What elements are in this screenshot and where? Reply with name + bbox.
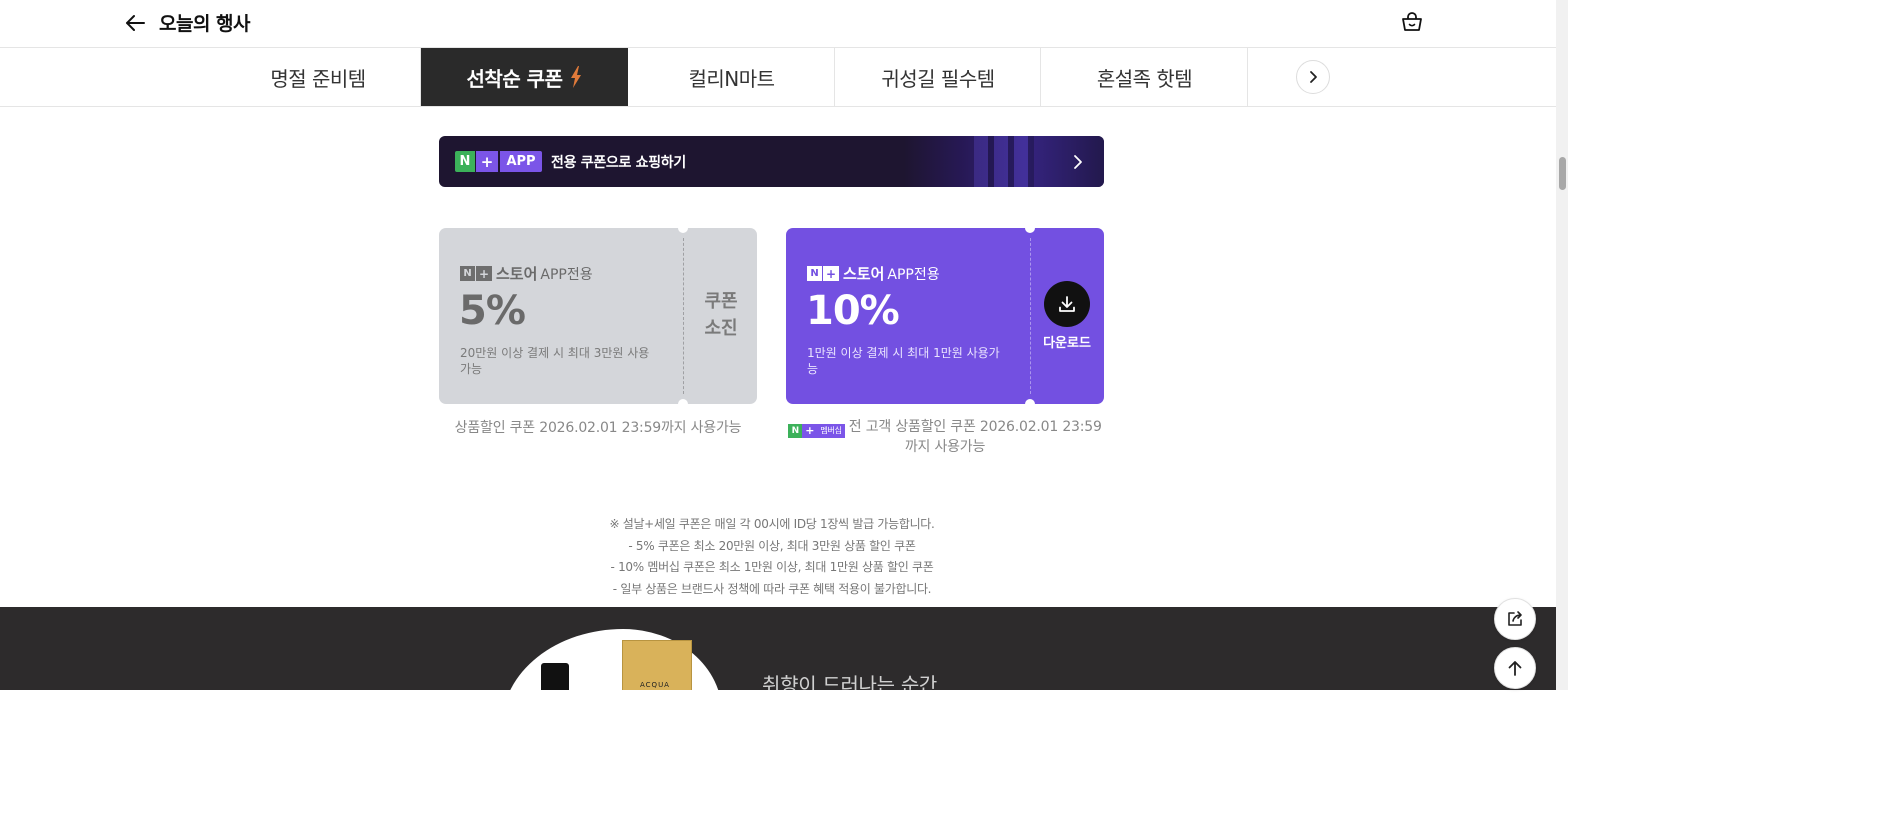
coupon-notch <box>1025 399 1035 404</box>
scrollbar-thumb[interactable] <box>1559 157 1566 190</box>
coupon-10-percent[interactable]: N + 스토어 APP전용 10% 1만원 이상 결제 시 최대 1만원 사용가… <box>786 228 1104 404</box>
share-icon <box>1508 611 1522 626</box>
scroll-to-top-button[interactable] <box>1494 647 1536 689</box>
plus-mini-badge: + <box>476 266 492 281</box>
coupon-condition: 20만원 이상 결제 시 최대 3만원 사용가능 <box>460 346 650 376</box>
coupon-notch <box>678 228 688 233</box>
download-button[interactable] <box>1044 281 1090 327</box>
coupon-notch <box>1025 228 1035 233</box>
coupon-percent: 5% <box>459 288 526 334</box>
arrow-left-icon <box>126 15 145 31</box>
coupon-store-label: N + 스토어 APP전용 <box>807 263 940 284</box>
coupon-notch <box>678 399 688 404</box>
notice-line: - 10% 멤버십 쿠폰은 최소 1만원 이상, 최대 1만원 상품 할인 쿠폰 <box>610 560 934 574</box>
page-scrollbar[interactable] <box>1556 0 1568 690</box>
shopping-basket-icon <box>1402 12 1422 31</box>
cart-button[interactable] <box>1397 7 1427 37</box>
coupon-percent: 10% <box>806 288 900 334</box>
coupon-divider <box>683 238 684 394</box>
tab-solo-holiday-hot[interactable]: 혼설족 핫템 <box>1041 48 1248 106</box>
sold-out-line1: 쿠폰 <box>704 291 738 312</box>
tab-kurly-n-mart[interactable]: 컬리N마트 <box>628 48 835 106</box>
coupon-condition: 1만원 이상 결제 시 최대 1만원 사용가능 <box>807 346 1000 376</box>
tab-first-come-coupon[interactable]: 선착순 쿠폰 <box>421 48 628 106</box>
coupon-sold-out: 쿠폰 소진 <box>693 288 749 342</box>
download-icon <box>1059 296 1075 312</box>
tab-label: 컬리N마트 <box>688 66 775 91</box>
coupon-note: N + 멤버십 전 고객 상품할인 쿠폰 2026.02.01 23:59까지 사용가… <box>786 418 1104 456</box>
naver-badge: N <box>455 151 475 172</box>
lightning-icon <box>570 66 582 88</box>
chevron-right-icon <box>1070 152 1086 172</box>
tab-label: 혼설족 핫템 <box>1096 66 1193 91</box>
notice-line: ※ 설날+세일 쿠폰은 매일 각 00시에 ID당 1장씩 발급 가능합니다. <box>609 517 935 531</box>
coupon-5-percent: N + 스토어 APP전용 5% 20만원 이상 결제 시 최대 3만원 사용가… <box>439 228 757 404</box>
tab-label: 명절 준비템 <box>270 66 366 91</box>
promo-section: ACQUA 취향이 드러나는 순간 <box>0 607 1556 690</box>
notice-line: - 일부 상품은 브랜드사 정책에 따라 쿠폰 혜택 적용이 불가합니다. <box>612 581 932 596</box>
page-title: 오늘의 행사 <box>159 13 251 35</box>
naver-mini-badge: N <box>788 424 803 438</box>
coupon-store: 스토어 <box>496 265 538 283</box>
plus-mini-badge: + <box>802 424 818 438</box>
coupon-note: 상품할인 쿠폰 2026.02.01 23:59까지 사용가능 <box>454 420 742 436</box>
coupon-app-only: APP전용 <box>887 266 940 283</box>
promo-heading: 취향이 드러나는 순간 <box>762 673 938 690</box>
coupon-store-label: N + 스토어 APP전용 <box>460 263 593 284</box>
tab-homecoming-essentials[interactable]: 귀성길 필수템 <box>835 48 1041 106</box>
download-label[interactable]: 다운로드 <box>1030 332 1104 351</box>
share-button[interactable] <box>1494 598 1536 640</box>
naver-mini-badge: N <box>460 266 475 281</box>
tab-label: 귀성길 필수템 <box>881 66 995 91</box>
plus-badge: + <box>476 151 498 172</box>
arrow-up-icon <box>1508 661 1522 676</box>
coupon-app-only: APP전용 <box>540 266 593 283</box>
promo-bag-label: ACQUA <box>640 681 670 689</box>
coupon-note-text: 전 고객 상품할인 쿠폰 2026.02.01 23:59까지 사용가능 <box>848 419 1102 455</box>
membership-badge: N + 멤버십 <box>788 424 845 438</box>
tabs-next-button[interactable] <box>1296 60 1330 94</box>
category-tabs: 명절 준비템 선착순 쿠폰 컬리N마트 귀성길 필수템 혼설족 핫템 <box>0 48 1556 107</box>
naver-mini-badge: N <box>807 266 822 281</box>
coupon-notice: ※ 설날+세일 쿠폰은 매일 각 00시에 ID당 1장씩 발급 가능합니다. … <box>440 514 1104 600</box>
membership-mini-badge: 멤버십 <box>817 424 845 438</box>
coupon-divider <box>1030 238 1031 394</box>
notice-line: - 5% 쿠폰은 최소 20만원 이상, 최대 3만원 상품 할인 쿠폰 <box>628 538 916 553</box>
sold-out-line2: 소진 <box>704 318 738 339</box>
chevron-right-icon <box>1310 71 1317 83</box>
promo-bottle-image <box>541 663 569 690</box>
plus-mini-badge: + <box>823 266 839 281</box>
back-button[interactable] <box>120 8 150 38</box>
tab-holiday-prep[interactable]: 명절 준비템 <box>215 48 421 106</box>
tab-label: 선착순 쿠폰 <box>466 66 563 91</box>
banner-text: 전용 쿠폰으로 쇼핑하기 <box>551 155 686 171</box>
app-badge: APP <box>500 151 542 172</box>
page-header: 오늘의 행사 <box>0 0 1556 48</box>
coupon-store: 스토어 <box>843 265 885 283</box>
